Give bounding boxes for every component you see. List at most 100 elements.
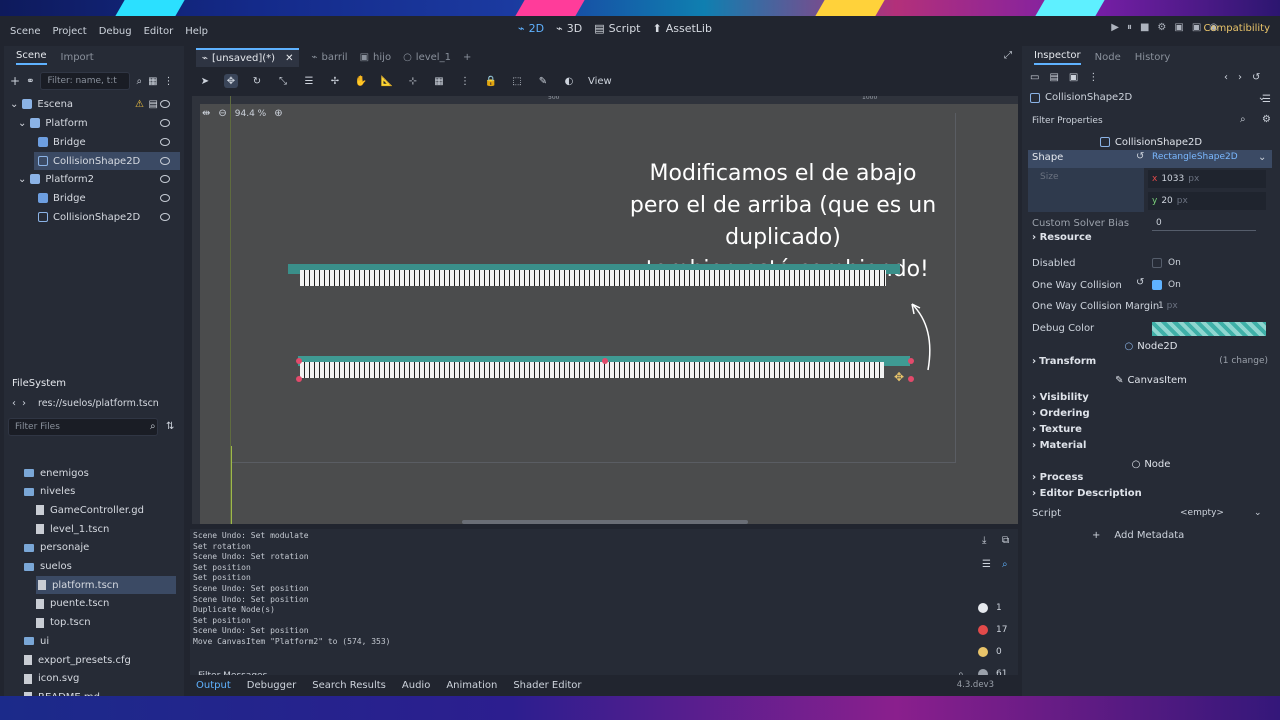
new-resource-icon[interactable]: ▭ [1030,72,1039,83]
scene-filter-input[interactable]: Filter: name, t:t [40,72,131,90]
script-attach-icon[interactable]: ▦ [148,76,157,87]
group-icon[interactable]: ⬚ [510,74,524,88]
revert-icon[interactable]: ↺ [1136,277,1144,288]
tab-barril[interactable]: ⌁ barril [311,52,347,63]
zoom-out-icon[interactable]: ⊖ [218,108,226,119]
settings-icon[interactable]: ⚙ [1262,114,1271,125]
ruler-icon[interactable]: 📐 [380,74,394,88]
shape-handle[interactable] [908,376,914,382]
more-icon[interactable]: ⋮ [164,76,174,87]
debug-color-swatch[interactable] [1152,322,1266,336]
texture-group[interactable]: › Texture [1032,424,1082,435]
editor-description-group[interactable]: › Editor Description [1032,488,1142,499]
tab-scene[interactable]: Scene [16,50,47,65]
filesystem-filter-input[interactable]: Filter Files [8,418,158,436]
scroll-to-end-icon[interactable]: ⤓ [982,535,986,546]
visibility-icon[interactable] [160,100,170,108]
pivot-icon[interactable]: ✢ [328,74,342,88]
history-icon[interactable]: ↺ [1252,72,1260,83]
lock-icon[interactable]: 🔒 [484,74,498,88]
center-view-icon[interactable]: ⇹ [202,108,210,119]
visibility-icon[interactable] [160,194,170,202]
forward-icon[interactable]: › [1238,72,1242,83]
tab-debugger[interactable]: Debugger [247,680,297,691]
tab-unsaved[interactable]: ⌁ [unsaved](*) ✕ [196,47,300,67]
filesystem-item[interactable]: export_presets.cfg [24,651,131,669]
workspace-script[interactable]: ▤ Script [594,22,640,35]
filesystem-item[interactable]: personaje [24,539,89,557]
open-resource-icon[interactable]: ▤ [1049,72,1058,83]
list-select-icon[interactable]: ☰ [302,74,316,88]
material-group[interactable]: › Material [1032,440,1086,451]
menu-scene[interactable]: Scene [4,26,47,37]
warning-counter[interactable]: 0 [978,643,1018,661]
visibility-icon[interactable] [160,175,170,183]
tab-level-1[interactable]: ○ level_1 [403,52,451,63]
shape-handle[interactable] [296,358,302,364]
transform-group[interactable]: › Transform (1 change) [1032,356,1268,367]
menu-editor[interactable]: Editor [138,26,180,37]
collapse-icon[interactable]: ⌄ [18,118,26,129]
custom-solver-bias-slider[interactable] [1152,230,1256,231]
shape-handle[interactable] [602,358,608,364]
add-metadata-button[interactable]: + Add Metadata [1092,530,1184,541]
move-tool-icon[interactable]: ✥ [224,74,238,88]
smart-snap-icon[interactable]: ⊹ [406,74,420,88]
menu-help[interactable]: Help [179,26,214,37]
pause-icon[interactable]: ⏸ [1127,22,1132,33]
collapse-icon[interactable]: ⌄ [18,174,26,185]
scale-tool-icon[interactable]: ⤡ [276,74,290,88]
warning-icon[interactable]: ⚠ [135,99,144,110]
menu-debug[interactable]: Debug [93,26,138,37]
filesystem-path[interactable]: res://suelos/platform.tscn [38,398,159,409]
distraction-free-icon[interactable]: ⤢ [1004,50,1012,61]
filesystem-item[interactable]: niveles [24,483,75,501]
resource-group[interactable]: › Resource [1032,232,1092,243]
forward-icon[interactable]: › [22,398,26,409]
collapse-icon[interactable]: ☰ [982,559,991,570]
sort-icon[interactable]: ⇅ [166,421,174,432]
filesystem-item[interactable]: suelos [24,558,72,576]
stop-icon[interactable]: ■ [1140,22,1149,33]
camera-icon[interactable]: ◐ [562,74,576,88]
more-icon[interactable]: ⋮ [458,74,472,88]
filesystem-item[interactable]: GameController.gd [36,501,144,519]
copy-icon[interactable]: ⧉ [1002,535,1009,546]
back-icon[interactable]: ‹ [12,398,16,409]
tree-item-collisionshape2d-2[interactable]: CollisionShape2D [38,208,180,226]
tab-search-results[interactable]: Search Results [312,680,386,691]
visibility-icon[interactable] [160,157,170,165]
revert-icon[interactable]: ↺ [1136,151,1144,162]
tab-output[interactable]: Output [196,680,231,691]
add-tab-button[interactable]: + [463,52,471,63]
h-scrollbar[interactable] [462,520,748,524]
workspace-2d[interactable]: ⌁ 2D [518,22,544,35]
tree-item-bridge-2[interactable]: Bridge [38,189,180,207]
filter-properties-input[interactable]: Filter Properties [1026,112,1252,130]
error-counter[interactable]: 17 [978,621,1018,639]
tree-item-escena[interactable]: ⌄ Escena ⚠ ▤ [10,95,180,113]
save-resource-icon[interactable]: ▣ [1069,72,1078,83]
rotate-tool-icon[interactable]: ↻ [250,74,264,88]
chevron-down-icon[interactable]: ⌄ [1258,152,1266,163]
back-icon[interactable]: ‹ [1224,72,1228,83]
visibility-group[interactable]: › Visibility [1032,392,1089,403]
size-x-field[interactable]: x 1033 px [1148,170,1266,188]
filesystem-item[interactable]: top.tscn [36,614,91,632]
filesystem-item[interactable]: platform.tscn [36,576,176,595]
tree-item-platform2[interactable]: ⌄ Platform2 [18,170,180,188]
tab-audio[interactable]: Audio [402,680,430,691]
disabled-checkbox[interactable]: On [1152,258,1181,268]
process-group[interactable]: › Process [1032,472,1083,483]
tab-animation[interactable]: Animation [446,680,497,691]
filesystem-item[interactable]: icon.svg [24,670,79,688]
canvas-viewport[interactable]: 500 1000 ⇹ ⊖ 94.4 % ⊕ Modificamos el de … [192,96,1018,524]
pan-icon[interactable]: ✋ [354,74,368,88]
inspector-node-select[interactable]: CollisionShape2D ⌄ [1030,92,1266,103]
filesystem-item[interactable]: level_1.tscn [36,520,109,538]
renderer-select[interactable]: Compatibility [1203,23,1270,34]
search-icon[interactable]: ⌕ [1002,559,1008,570]
tree-item-bridge[interactable]: Bridge [38,133,180,151]
visibility-icon[interactable] [160,138,170,146]
more-icon[interactable]: ⋮ [1088,72,1098,83]
